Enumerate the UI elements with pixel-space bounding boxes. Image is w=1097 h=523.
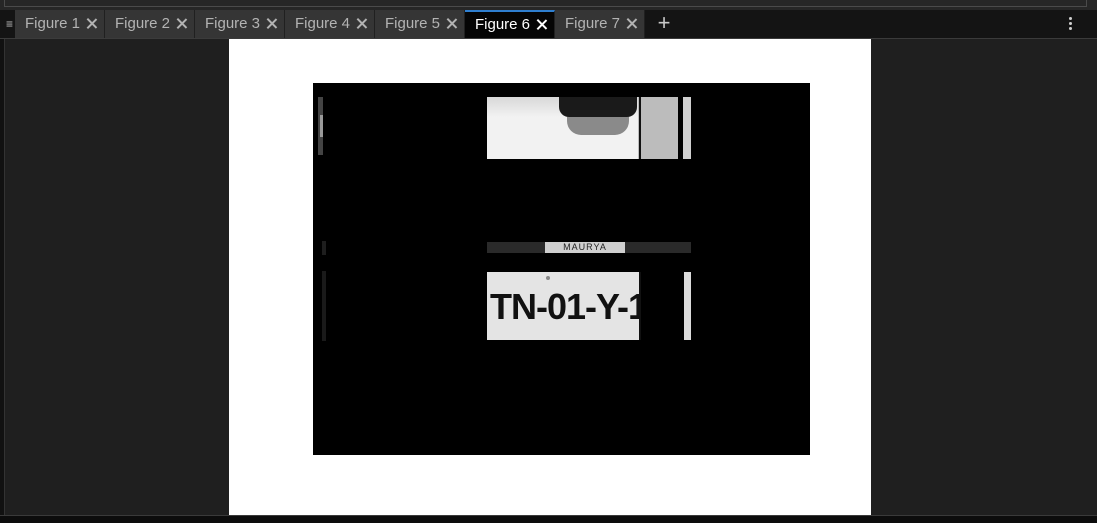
tab-label: Figure 7 <box>565 15 621 32</box>
tab-label: Figure 4 <box>295 15 351 32</box>
kebab-dot <box>1069 27 1072 30</box>
tab-figure-6[interactable]: Figure 6 <box>465 10 555 38</box>
image-segment <box>559 97 637 117</box>
close-icon[interactable] <box>266 18 277 29</box>
figure-canvas: MAURYA TN-01-Y-1231 <box>229 39 871 515</box>
window-top-frame <box>0 0 1097 10</box>
image-segment <box>320 115 323 137</box>
image-segment <box>322 241 326 255</box>
image-axes: MAURYA TN-01-Y-1231 <box>313 83 810 455</box>
kebab-dot <box>1069 22 1072 25</box>
image-segment <box>684 272 691 340</box>
close-icon[interactable] <box>626 18 637 29</box>
tab-label: Figure 1 <box>25 15 81 32</box>
close-icon[interactable] <box>86 18 97 29</box>
plus-icon[interactable]: + <box>655 12 673 34</box>
close-icon[interactable] <box>536 19 547 30</box>
tab-figure-4[interactable]: Figure 4 <box>285 10 375 38</box>
plate-screw <box>546 276 550 280</box>
image-segment <box>683 97 691 159</box>
tab-label: Figure 3 <box>205 15 261 32</box>
tab-label: Figure 2 <box>115 15 171 32</box>
kebab-dot <box>1069 17 1072 20</box>
license-plate-text: TN-01-Y-1231 <box>487 272 640 340</box>
image-segment <box>639 97 641 159</box>
tab-figure-3[interactable]: Figure 3 <box>195 10 285 38</box>
image-segment <box>638 97 678 159</box>
image-segment <box>639 272 641 340</box>
top-frame-border <box>4 0 1087 7</box>
figure-tab-bar: ≡ Figure 1 Figure 2 Figure 3 Figure 4 Fi… <box>0 10 1097 39</box>
close-icon[interactable] <box>176 18 187 29</box>
tab-label: Figure 6 <box>475 16 531 33</box>
close-icon[interactable] <box>446 18 457 29</box>
image-segment <box>567 117 629 135</box>
menu-icon[interactable]: ≡ <box>6 17 15 31</box>
tab-figure-2[interactable]: Figure 2 <box>105 10 195 38</box>
more-vertical-icon[interactable] <box>1064 16 1076 32</box>
tab-figure-7[interactable]: Figure 7 <box>555 10 645 38</box>
tab-figure-1[interactable]: Figure 1 <box>15 10 105 38</box>
plate-brand-text: MAURYA <box>545 242 625 253</box>
left-edge <box>0 39 5 516</box>
close-icon[interactable] <box>356 18 367 29</box>
tab-label: Figure 5 <box>385 15 441 32</box>
tab-figure-5[interactable]: Figure 5 <box>375 10 465 38</box>
image-segment <box>322 271 326 341</box>
